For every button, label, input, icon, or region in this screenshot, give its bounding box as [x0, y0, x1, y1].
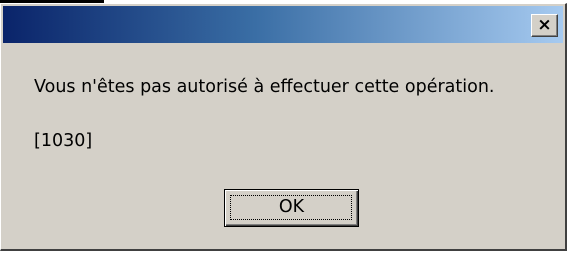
error-dialog: × Vous n'êtes pas autorisé à effectuer c…: [0, 3, 567, 251]
close-icon: ×: [537, 15, 552, 35]
ok-button[interactable]: OK: [224, 189, 359, 227]
error-message: Vous n'êtes pas autorisé à effectuer cet…: [34, 77, 495, 97]
title-bar[interactable]: ×: [3, 6, 563, 43]
error-code: [1030]: [34, 131, 93, 151]
close-button[interactable]: ×: [531, 14, 558, 37]
ok-button-label: OK: [278, 197, 305, 217]
